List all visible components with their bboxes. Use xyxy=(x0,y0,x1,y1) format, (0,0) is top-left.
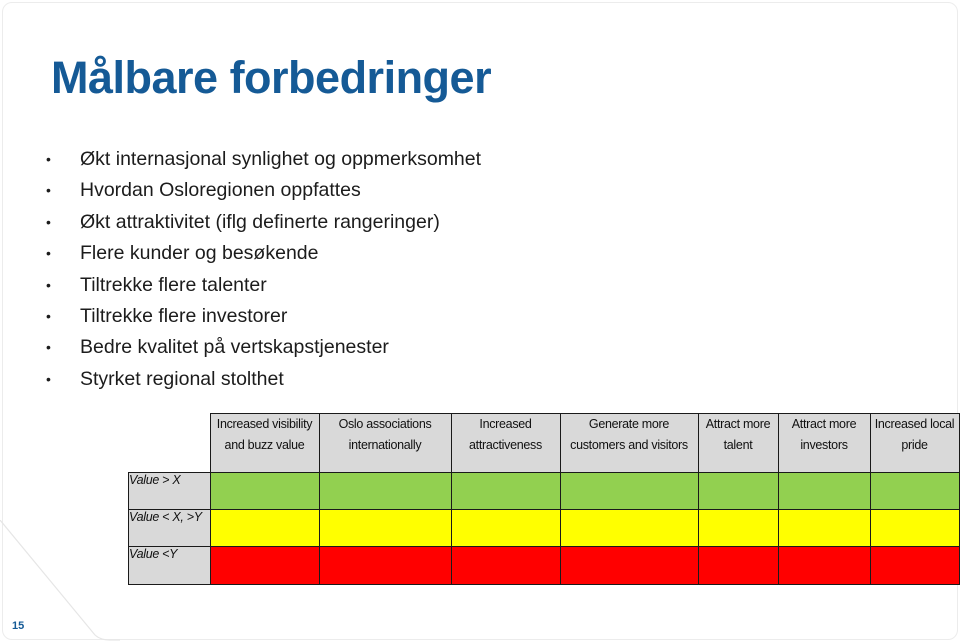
bullet-text: Flere kunder og besøkende xyxy=(80,242,319,265)
bullet-item: • Styrket regional stolthet xyxy=(46,364,481,395)
bullet-item: • Flere kunder og besøkende xyxy=(46,238,481,269)
matrix-corner-cell xyxy=(128,413,210,473)
column-header: Oslo associations internationally xyxy=(318,413,452,473)
bullet-item: • Økt internasjonal synlighet og oppmerks… xyxy=(46,144,481,175)
red-cell xyxy=(559,546,699,585)
column-header-line: Generate more xyxy=(588,417,670,431)
bullet-icon: • xyxy=(46,245,51,262)
column-header-line: Attract more xyxy=(705,417,771,431)
bullet-item: • Tiltrekke flere investorer xyxy=(46,301,481,332)
matrix-row-red: Value <Y xyxy=(128,546,960,585)
bullet-list: • Økt internasjonal synlighet og oppmerks… xyxy=(46,144,481,395)
bullet-icon: • xyxy=(46,370,51,387)
green-cell xyxy=(209,472,320,510)
column-header-line: talent xyxy=(723,438,753,452)
column-header: Attract more talent xyxy=(697,413,779,473)
yellow-cell xyxy=(777,509,871,547)
yellow-cell xyxy=(209,509,320,547)
bullet-item: • Tiltrekke flere talenter xyxy=(46,270,481,301)
bullet-item: • Økt attraktivitet (iflg definerte range… xyxy=(46,207,481,238)
yellow-cell xyxy=(450,509,561,547)
green-cell xyxy=(697,472,779,510)
column-header-line: Oslo associations xyxy=(338,417,432,431)
green-cell xyxy=(869,472,960,510)
bullet-text: Økt internasjonal synlighet og oppmerkso… xyxy=(80,148,482,170)
bullet-text: Hvordan Osloregionen oppfattes xyxy=(80,179,361,202)
bullet-item: • Bedre kvalitet på vertskapstjenester xyxy=(46,332,481,363)
bullet-icon: • xyxy=(46,276,51,293)
matrix-header-row: Increased visibility and buzz value Oslo … xyxy=(128,413,960,473)
column-header-line: Increased xyxy=(479,417,532,431)
column-header-line: Increased local xyxy=(874,417,955,431)
column-header-line: Attract more xyxy=(791,417,857,431)
bullet-icon: • xyxy=(46,151,51,167)
slide-title: Målbare forbedringer xyxy=(51,52,492,103)
red-cell xyxy=(450,546,561,585)
yellow-cell xyxy=(869,509,960,547)
column-header-line: attractiveness xyxy=(469,438,542,452)
red-cell xyxy=(777,546,871,585)
bullet-text: Tiltrekke flere investorer xyxy=(80,304,288,327)
yellow-cell xyxy=(318,509,452,547)
bullet-text: Styrket regional stolthet xyxy=(80,367,284,390)
row-label: Value > X xyxy=(128,472,211,510)
matrix-row-yellow: Value < X, >Y xyxy=(128,509,960,547)
bullet-text: Økt attraktivitet (iflg definerte ranger… xyxy=(80,210,440,233)
column-header: Increased attractiveness xyxy=(450,413,561,473)
yellow-cell xyxy=(559,509,699,547)
column-header-line: and buzz value xyxy=(224,438,305,452)
bullet-icon: • xyxy=(46,213,51,230)
bullet-icon: • xyxy=(46,182,51,199)
bullet-text: Bedre kvalitet på vertskapstjenester xyxy=(80,336,389,359)
green-cell xyxy=(318,472,452,510)
measurement-matrix: Increased visibility and buzz value Oslo … xyxy=(128,413,960,585)
column-header-line: internationally xyxy=(348,438,422,452)
bullet-item: • Hvordan Osloregionen oppfattes xyxy=(46,175,481,206)
column-header-line: investors xyxy=(800,438,848,452)
red-cell xyxy=(869,546,960,585)
row-label: Value <Y xyxy=(128,546,211,585)
column-header: Attract more investors xyxy=(777,413,871,473)
matrix-row-green: Value > X xyxy=(128,472,960,510)
row-label: Value < X, >Y xyxy=(128,509,211,547)
red-cell xyxy=(318,546,452,585)
column-header-line: customers and visitors xyxy=(570,438,688,452)
green-cell xyxy=(777,472,871,510)
column-header: Increased local pride xyxy=(869,413,960,473)
green-cell xyxy=(559,472,699,510)
bullet-icon: • xyxy=(46,307,51,324)
column-header: Increased visibility and buzz value xyxy=(209,413,320,473)
green-cell xyxy=(450,472,561,510)
red-cell xyxy=(697,546,779,585)
red-cell xyxy=(209,546,320,585)
bullet-icon: • xyxy=(46,339,51,356)
page-number: 15 xyxy=(12,620,25,632)
bullet-text: Tiltrekke flere talenter xyxy=(80,273,267,296)
yellow-cell xyxy=(697,509,779,547)
column-header: Generate more customers and visitors xyxy=(559,413,699,473)
column-header-line: pride xyxy=(901,438,928,452)
column-header-line: Increased visibility xyxy=(216,417,313,431)
